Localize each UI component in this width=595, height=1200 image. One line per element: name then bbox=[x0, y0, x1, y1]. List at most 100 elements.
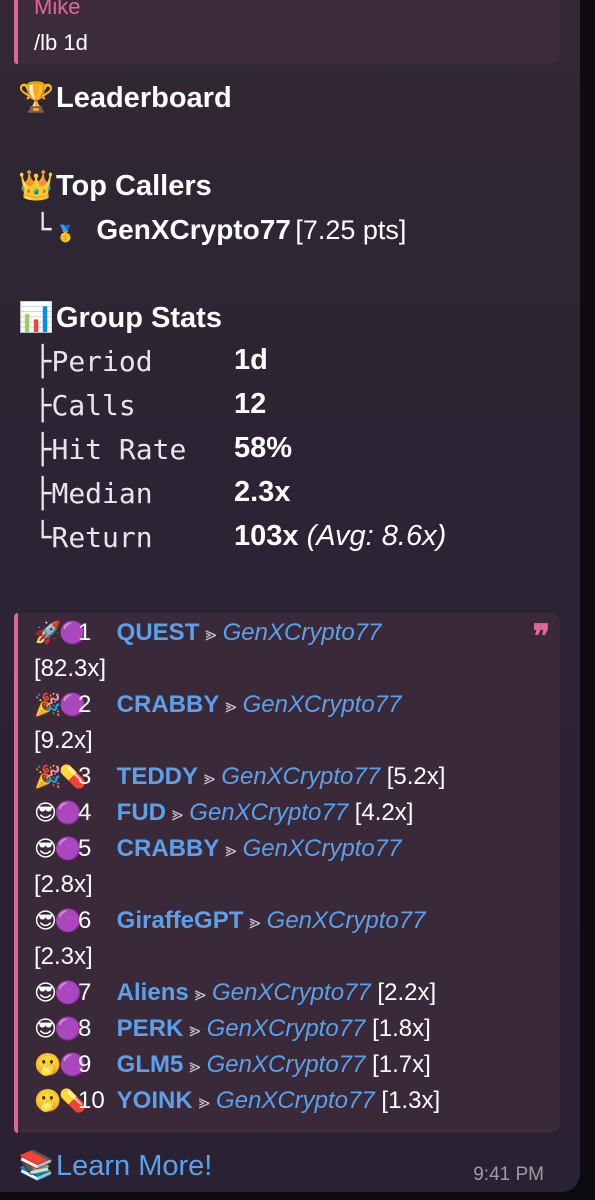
stat-row-period: ├Period 1d bbox=[34, 344, 574, 384]
call-row: 🎉🟣2 CRABBY ⪢ GenXCrypto77 bbox=[34, 691, 401, 719]
reply-preview[interactable]: Mike /lb 1d bbox=[14, 0, 560, 64]
call-multiplier: [2.8x] bbox=[34, 871, 93, 898]
separator-icon: ⪢ bbox=[189, 1019, 201, 1041]
call-status-icon: 🫢🟣 bbox=[34, 1053, 87, 1078]
group-stats-title: Group Stats bbox=[56, 302, 222, 334]
call-row: 😎🟣6 GiraffeGPT ⪢ GenXCrypto77 bbox=[34, 907, 425, 935]
call-status-icon: 🎉🟣 bbox=[34, 693, 87, 718]
separator-icon: ⪢ bbox=[204, 767, 216, 789]
token-link[interactable]: TEDDY bbox=[117, 763, 198, 790]
call-multiplier: [2.3x] bbox=[34, 943, 93, 970]
message-timestamp: 9:41 PM bbox=[473, 1164, 544, 1185]
call-status-icon: 😎🟣 bbox=[34, 1017, 82, 1042]
caller-link[interactable]: GenXCrypto77 bbox=[221, 763, 380, 790]
call-multiplier: [1.3x] bbox=[381, 1087, 441, 1114]
call-rank: 4 bbox=[78, 799, 92, 826]
caller-link[interactable]: GenXCrypto77 bbox=[223, 619, 382, 646]
stat-row-calls: ├Calls 12 bbox=[34, 388, 574, 428]
call-multiplier: [1.7x] bbox=[372, 1051, 431, 1078]
tree-connector: ├ bbox=[34, 432, 52, 466]
call-rank: 1 bbox=[78, 619, 92, 646]
call-status-icon: 😎🟣 bbox=[34, 981, 82, 1006]
call-rank: 9 bbox=[78, 1051, 92, 1078]
call-row: 🫢💊10 YOINK ⪢ GenXCrypto77 [1.3x] bbox=[34, 1087, 440, 1115]
books-icon: 📚 bbox=[18, 1148, 55, 1182]
leaderboard-heading: 🏆Leaderboard bbox=[18, 80, 232, 115]
call-row: 😎🟣4 FUD ⪢ GenXCrypto77 [4.2x] bbox=[34, 799, 413, 827]
return-average: (Avg: 8.6x) bbox=[306, 520, 447, 552]
call-multiplier: [9.2x] bbox=[34, 727, 93, 754]
caller-link[interactable]: GenXCrypto77 bbox=[207, 1051, 366, 1078]
token-link[interactable]: FUD bbox=[117, 799, 166, 826]
gold-medal-icon: 🥇 bbox=[55, 224, 76, 243]
call-row: 🎉💊3 TEDDY ⪢ GenXCrypto77 [5.2x] bbox=[34, 763, 445, 791]
token-link[interactable]: PERK bbox=[117, 1015, 184, 1042]
call-row: 🚀🟣1 QUEST ⪢ GenXCrypto77 bbox=[34, 619, 381, 647]
call-status-icon: 🫢💊 bbox=[34, 1089, 87, 1114]
stat-value: 12 bbox=[234, 388, 267, 420]
call-multiplier: [82.3x] bbox=[34, 655, 107, 682]
call-rank: 2 bbox=[78, 691, 92, 718]
tree-connector: ├ bbox=[34, 388, 52, 422]
stat-label: Period bbox=[51, 345, 153, 378]
separator-icon: ⪢ bbox=[225, 839, 237, 861]
token-link[interactable]: CRABBY bbox=[117, 835, 220, 862]
chat-background bbox=[580, 0, 595, 1200]
trophy-icon: 🏆 bbox=[18, 80, 55, 114]
call-status-icon: 😎🟣 bbox=[34, 909, 82, 934]
tree-connector: ├ bbox=[34, 344, 52, 378]
call-row: 😎🟣5 CRABBY ⪢ GenXCrypto77 bbox=[34, 835, 401, 863]
token-link[interactable]: QUEST bbox=[117, 619, 200, 646]
learn-more-link[interactable]: 📚Learn More! bbox=[18, 1148, 212, 1183]
reply-text: /lb 1d bbox=[34, 30, 88, 55]
caller-link[interactable]: GenXCrypto77 bbox=[243, 835, 402, 862]
token-link[interactable]: Aliens bbox=[117, 979, 189, 1006]
call-multiplier: [2.2x] bbox=[377, 979, 437, 1006]
call-row: 🫢🟣9 GLM5 ⪢ GenXCrypto77 [1.7x] bbox=[34, 1051, 431, 1079]
call-row: 😎🟣7 Aliens ⪢ GenXCrypto77 [2.2x] bbox=[34, 979, 436, 1007]
stat-value: 58% bbox=[234, 432, 293, 464]
separator-icon: ⪢ bbox=[194, 983, 206, 1005]
bar-chart-icon: 📊 bbox=[18, 300, 55, 334]
quote-accent-bar bbox=[14, 613, 18, 1133]
stat-label: Hit Rate bbox=[51, 433, 187, 466]
caller-link[interactable]: GenXCrypto77 bbox=[216, 1087, 375, 1114]
call-multiplier: [4.2x] bbox=[354, 799, 414, 826]
top-callers-heading: 👑Top Callers bbox=[18, 168, 212, 203]
caller-link[interactable]: GenXCrypto77 bbox=[207, 1015, 366, 1042]
token-link[interactable]: YOINK bbox=[117, 1087, 193, 1114]
caller-link[interactable]: GenXCrypto77 bbox=[212, 979, 371, 1006]
call-status-icon: 😎🟣 bbox=[34, 837, 82, 862]
call-rank: 8 bbox=[78, 1015, 92, 1042]
call-status-icon: 🚀🟣 bbox=[34, 621, 87, 646]
top-callers-title: Top Callers bbox=[56, 170, 212, 202]
call-status-icon: 🎉💊 bbox=[34, 765, 87, 790]
separator-icon: ⪢ bbox=[198, 1091, 210, 1113]
caller-link[interactable]: GenXCrypto77 bbox=[267, 907, 426, 934]
caller-link[interactable]: GenXCrypto77 bbox=[243, 691, 402, 718]
token-link[interactable]: GiraffeGPT bbox=[117, 907, 244, 934]
call-rank: 3 bbox=[78, 763, 92, 790]
stat-value: 1d bbox=[234, 344, 268, 376]
token-link[interactable]: GLM5 bbox=[117, 1051, 184, 1078]
message-bubble: Mike /lb 1d 🏆Leaderboard 👑Top Callers └ … bbox=[0, 0, 580, 1192]
tree-connector: └ bbox=[34, 212, 52, 246]
separator-icon: ⪢ bbox=[205, 623, 217, 645]
calls-blockquote[interactable]: ❞ 🚀🟣1 QUEST ⪢ GenXCrypto77 [82.3x] 🎉🟣2 CRABB… bbox=[14, 613, 560, 1133]
stat-value: 103x (Avg: 8.6x) bbox=[234, 520, 446, 553]
stat-row-median: ├Median 2.3x bbox=[34, 476, 574, 516]
call-status-icon: 😎🟣 bbox=[34, 801, 82, 826]
stat-row-return: └Return 103x (Avg: 8.6x) bbox=[34, 520, 574, 560]
separator-icon: ⪢ bbox=[172, 803, 184, 825]
token-link[interactable]: CRABBY bbox=[117, 691, 220, 718]
call-rank: 6 bbox=[78, 907, 92, 934]
stat-label: Calls bbox=[51, 389, 136, 422]
caller-link[interactable]: GenXCrypto77 bbox=[189, 799, 348, 826]
return-value: 103x bbox=[234, 520, 299, 552]
quote-icon: ❞ bbox=[532, 617, 550, 655]
top-caller-points: [7.25 pts] bbox=[295, 215, 407, 245]
call-rank: 7 bbox=[78, 979, 92, 1006]
separator-icon: ⪢ bbox=[249, 911, 261, 933]
call-multiplier: [1.8x] bbox=[372, 1015, 431, 1042]
top-caller-entry: └ 🥇 GenXCrypto77 [7.25 pts] bbox=[34, 212, 406, 246]
